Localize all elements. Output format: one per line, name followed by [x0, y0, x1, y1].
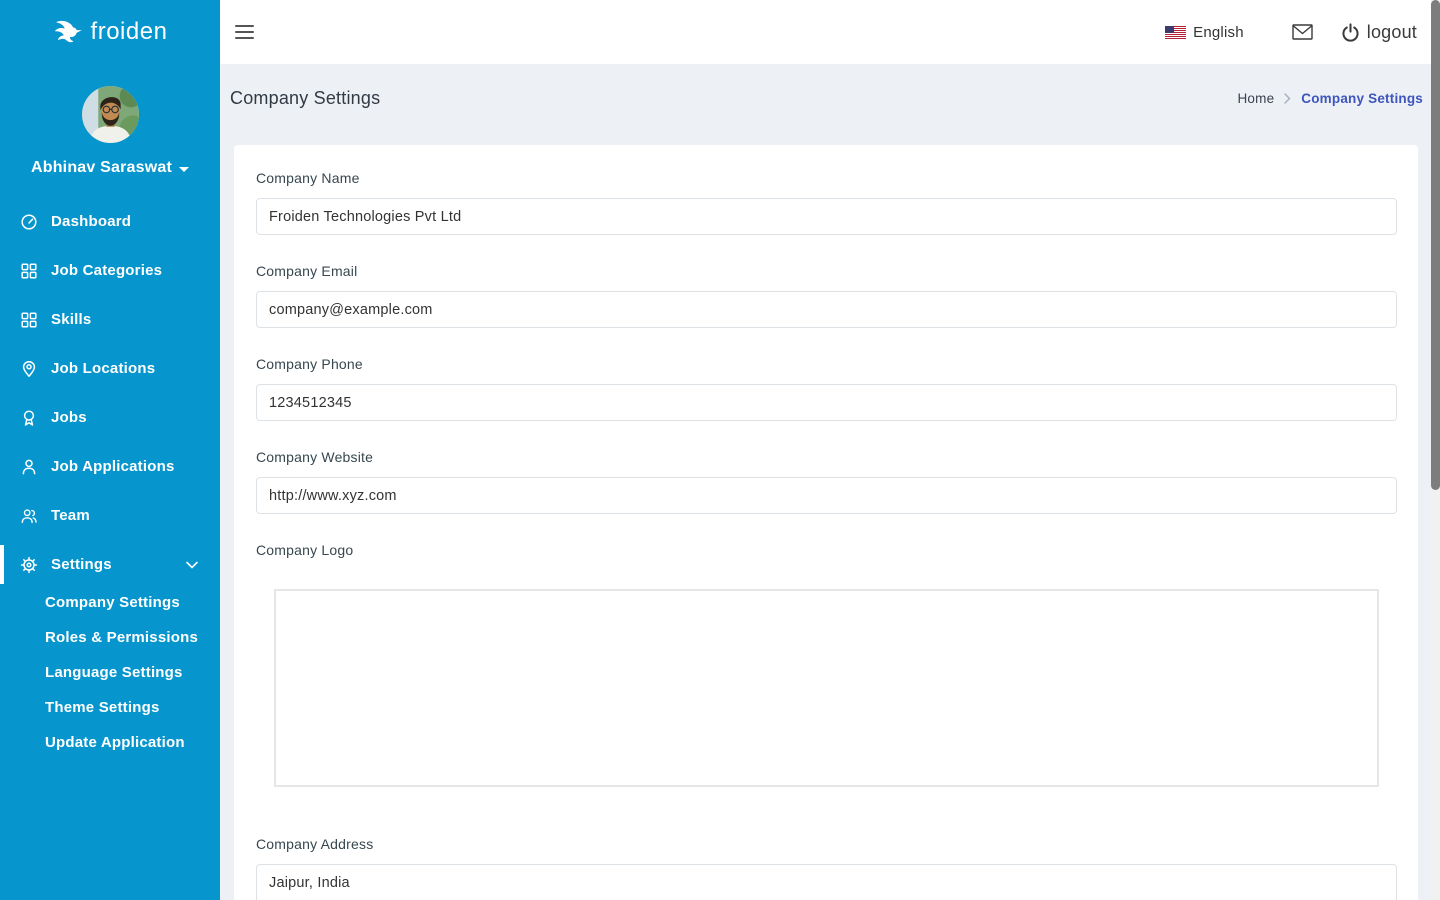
user-name: Abhinav Saraswat: [31, 159, 172, 177]
company-address-group: Company Address Jaipur, India: [256, 836, 1397, 900]
company-phone-group: Company Phone: [256, 356, 1397, 421]
power-icon: [1341, 23, 1360, 42]
breadcrumb-current: Company Settings: [1301, 91, 1423, 106]
avatar[interactable]: [82, 86, 139, 143]
sidebar-item-job-categories[interactable]: Job Categories: [0, 246, 220, 295]
company-settings-form: Company Name Company Email Company Phone…: [234, 145, 1418, 900]
sidebar-item-dashboard[interactable]: Dashboard: [0, 197, 220, 246]
map-pin-icon: [20, 360, 38, 378]
sidebar-subitem-roles-permissions[interactable]: Roles & Permissions: [0, 620, 220, 655]
company-address-label: Company Address: [256, 836, 1397, 852]
company-website-label: Company Website: [256, 449, 1397, 465]
sidebar-item-settings[interactable]: Settings: [0, 540, 220, 589]
grid-icon: [20, 311, 38, 329]
language-label: English: [1193, 24, 1244, 41]
company-logo-label: Company Logo: [256, 542, 1397, 558]
caret-down-icon: [179, 167, 189, 172]
sidebar-subitem-company-settings[interactable]: Company Settings: [0, 585, 220, 620]
sidebar-nav: Dashboard Job Categories: [0, 197, 220, 760]
scrollbar-thumb[interactable]: [1431, 0, 1440, 490]
us-flag-icon: [1165, 26, 1186, 39]
hamburger-icon[interactable]: [235, 21, 254, 43]
user-profile: Abhinav Saraswat: [0, 86, 220, 177]
app-window: froiden: [0, 0, 1440, 900]
sidebar-subitem-theme-settings[interactable]: Theme Settings: [0, 690, 220, 725]
company-phone-label: Company Phone: [256, 356, 1397, 372]
brand-name: froiden: [91, 18, 168, 46]
company-phone-input[interactable]: [256, 384, 1397, 421]
sidebar-item-jobs[interactable]: Jobs: [0, 393, 220, 442]
main-area: English logout: [220, 0, 1440, 900]
breadcrumb-home[interactable]: Home: [1237, 91, 1274, 106]
settings-submenu: Company Settings Roles & Permissions Lan…: [0, 585, 220, 760]
sidebar-item-skills[interactable]: Skills: [0, 295, 220, 344]
logout-label: logout: [1367, 22, 1417, 43]
brand-logo[interactable]: froiden: [0, 0, 220, 64]
dashboard-icon: [20, 213, 38, 231]
language-selector[interactable]: English: [1165, 24, 1244, 41]
topbar-actions: English logout: [1165, 22, 1417, 43]
gear-icon: [20, 556, 38, 574]
sidebar-item-team[interactable]: Team: [0, 491, 220, 540]
grid-icon: [20, 262, 38, 280]
sidebar-item-job-applications[interactable]: Job Applications: [0, 442, 220, 491]
company-website-input[interactable]: [256, 477, 1397, 514]
company-name-group: Company Name: [256, 170, 1397, 235]
company-address-input[interactable]: Jaipur, India: [256, 864, 1397, 900]
company-logo-group: Company Logo: [256, 542, 1397, 787]
sidebar-subitem-language-settings[interactable]: Language Settings: [0, 655, 220, 690]
sidebar-item-job-locations[interactable]: Job Locations: [0, 344, 220, 393]
scrollbar-track: [1431, 0, 1440, 900]
company-email-group: Company Email: [256, 263, 1397, 328]
sidebar-subitem-update-application[interactable]: Update Application: [0, 725, 220, 760]
company-email-label: Company Email: [256, 263, 1397, 279]
users-icon: [20, 507, 38, 525]
award-icon: [20, 409, 38, 427]
logout-button[interactable]: logout: [1341, 22, 1417, 43]
chevron-down-icon: [186, 561, 198, 569]
page-header: Company Settings Home Company Settings: [220, 64, 1440, 145]
breadcrumb: Home Company Settings: [1237, 91, 1423, 106]
mail-icon[interactable]: [1292, 24, 1313, 40]
company-website-group: Company Website: [256, 449, 1397, 514]
company-logo-dropzone[interactable]: [274, 589, 1379, 787]
user-icon: [20, 458, 38, 476]
company-email-input[interactable]: [256, 291, 1397, 328]
topbar: English logout: [220, 0, 1440, 64]
company-name-input[interactable]: [256, 198, 1397, 235]
chevron-right-icon: [1284, 93, 1291, 104]
bird-icon: [53, 19, 83, 45]
company-name-label: Company Name: [256, 170, 1397, 186]
sidebar: froiden: [0, 0, 220, 900]
user-menu[interactable]: Abhinav Saraswat: [31, 159, 189, 177]
page-title: Company Settings: [230, 88, 380, 109]
